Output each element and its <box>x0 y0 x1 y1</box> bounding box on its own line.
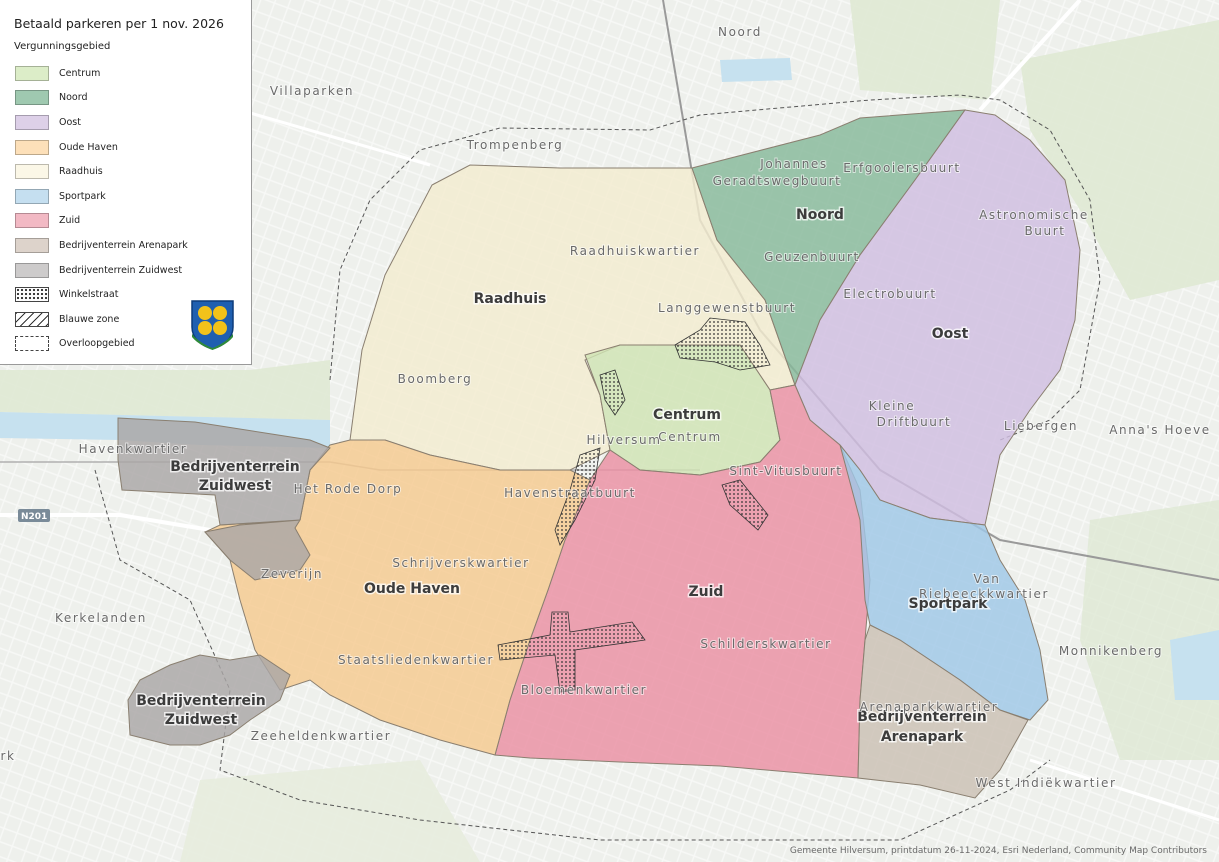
legend-swatch <box>15 287 49 303</box>
neighborhood-label: Havenstraatbuurt <box>504 486 636 500</box>
neighborhood-label: Driftbuurt <box>877 415 952 429</box>
neighborhood-label: Kerkelanden <box>55 611 147 625</box>
water-body <box>1170 630 1219 700</box>
legend-item-label: Bedrijventerrein Arenapark <box>59 239 188 251</box>
legend-swatch <box>15 90 49 106</box>
neighborhood-label: Van <box>973 572 1000 586</box>
legend-item-label: Bedrijventerrein Zuidwest <box>59 264 183 276</box>
zone-label-centrum: Centrum <box>653 407 721 423</box>
legend-swatch <box>15 188 49 204</box>
neighborhood-label: Geradtswegbuurt <box>713 174 842 188</box>
zone-label-arenapark-line2: Arenapark <box>881 729 964 745</box>
zone-label-zuidwest-south-line2: Zuidwest <box>165 712 238 728</box>
legend-item: Oost <box>15 110 188 135</box>
neighborhood-label: Astronomische <box>979 208 1089 222</box>
neighborhood-label: Boomberg <box>398 372 473 386</box>
zone-label-raadhuis: Raadhuis <box>474 291 547 307</box>
legend-item-label: Noord <box>59 92 88 104</box>
legend-swatch <box>15 311 49 327</box>
neighborhood-label: Centrum <box>658 430 722 444</box>
legend-item: Oude Haven <box>15 135 188 160</box>
zone-label-zuidwest-north-line1: Bedrijventerrein <box>170 459 300 475</box>
legend-item-label: Raadhuis <box>59 166 103 178</box>
neighborhood-label: Arenaparkkwartier <box>860 700 999 714</box>
zone-label-oude-haven: Oude Haven <box>364 581 460 597</box>
neighborhood-label: Langgewenstbuurt <box>658 301 796 315</box>
zone-label-zuid: Zuid <box>689 584 724 600</box>
hilversum-coat-of-arms-icon <box>191 300 234 350</box>
neighborhood-label: Trompenberg <box>466 138 564 152</box>
zone-label-oost: Oost <box>932 326 969 342</box>
neighborhood-label: Geuzenbuurt <box>764 250 860 264</box>
neighborhood-label: Zeverijn <box>261 567 323 581</box>
legend-item: Raadhuis <box>15 159 188 184</box>
neighborhood-label: Riebeeckkwartier <box>919 587 1049 601</box>
neighborhood-label: Buurt <box>1024 224 1065 238</box>
legend-item: Winkelstraat <box>15 282 188 307</box>
neighborhood-label: Staatsliedenkwartier <box>338 653 494 667</box>
neighborhood-label: Bloemenkwartier <box>521 683 647 697</box>
legend-swatch <box>15 114 49 130</box>
legend-item: Centrum <box>15 61 188 86</box>
legend-swatch <box>15 139 49 155</box>
neighborhood-label: Villaparken <box>270 84 354 98</box>
map-credits: Gemeente Hilversum, printdatum 26-11-202… <box>789 846 1207 856</box>
neighborhood-label: Electrobuurt <box>843 287 936 301</box>
neighborhood-label: Zeeheldenkwartier <box>251 729 392 743</box>
legend-item: Blauwe zone <box>15 307 188 332</box>
legend-title: Betaald parkeren per 1 nov. 2026 <box>14 16 224 31</box>
legend-swatch <box>15 262 49 278</box>
legend-item: Bedrijventerrein Arenapark <box>15 233 188 258</box>
legend-item-label: Oost <box>59 116 81 128</box>
neighborhood-label: Hilversum <box>586 433 661 447</box>
legend-item-label: Oude Haven <box>59 141 118 153</box>
zone-label-zuidwest-north-line2: Zuidwest <box>199 478 272 494</box>
legend-subtitle: Vergunningsgebied <box>14 41 111 52</box>
legend-items: Centrum Noord Oost Oude Haven Raadhuis S… <box>15 61 188 356</box>
neighborhood-label: Sint-Vitusbuurt <box>729 464 842 478</box>
zone-label-zuidwest-south-line1: Bedrijventerrein <box>136 693 266 709</box>
legend-swatch <box>15 237 49 253</box>
road-shield-label: N201 <box>21 512 47 522</box>
neighborhood-label: Erfgooiersbuurt <box>843 161 960 175</box>
legend-item: Sportpark <box>15 184 188 209</box>
legend-item-label: Winkelstraat <box>59 289 119 301</box>
legend-item-label: Zuid <box>59 215 81 227</box>
neighborhood-label: Anna's Hoeve <box>1109 423 1211 437</box>
neighborhood-label: rk <box>0 749 15 763</box>
legend-swatch <box>15 213 49 229</box>
zone-label-noord: Noord <box>796 207 844 223</box>
legend-swatch <box>15 65 49 81</box>
legend-item: Noord <box>15 86 188 111</box>
neighborhood-label: Monnikenberg <box>1059 644 1163 658</box>
neighborhood-label: Raadhuiskwartier <box>570 244 700 258</box>
legend-item: Bedrijventerrein Zuidwest <box>15 258 188 283</box>
neighborhood-label: Het Rode Dorp <box>294 482 403 496</box>
neighborhood-label: Johannes <box>759 157 828 171</box>
legend-item-label: Blauwe zone <box>59 313 120 325</box>
neighborhood-label: Schilderskwartier <box>700 637 831 651</box>
neighborhood-label: West Indiëkwartier <box>975 776 1116 790</box>
legend-item: Zuid <box>15 209 188 234</box>
legend-item: Overloopgebied <box>15 332 188 357</box>
legend-item-label: Sportpark <box>59 190 106 202</box>
legend-item-label: Centrum <box>59 67 101 79</box>
neighborhood-label: Liebergen <box>1004 419 1078 433</box>
neighborhood-label: Schrijverskwartier <box>392 556 529 570</box>
neighborhood-label: Noord <box>718 25 762 39</box>
green-area <box>850 0 1000 100</box>
neighborhood-label: Kleine <box>869 399 916 413</box>
neighborhood-label: Havenkwartier <box>79 442 188 456</box>
legend-item-label: Overloopgebied <box>59 338 135 350</box>
map-legend: Betaald parkeren per 1 nov. 2026 Vergunn… <box>0 0 252 365</box>
legend-swatch <box>15 336 49 352</box>
water-body <box>720 58 792 82</box>
legend-swatch <box>15 164 49 180</box>
